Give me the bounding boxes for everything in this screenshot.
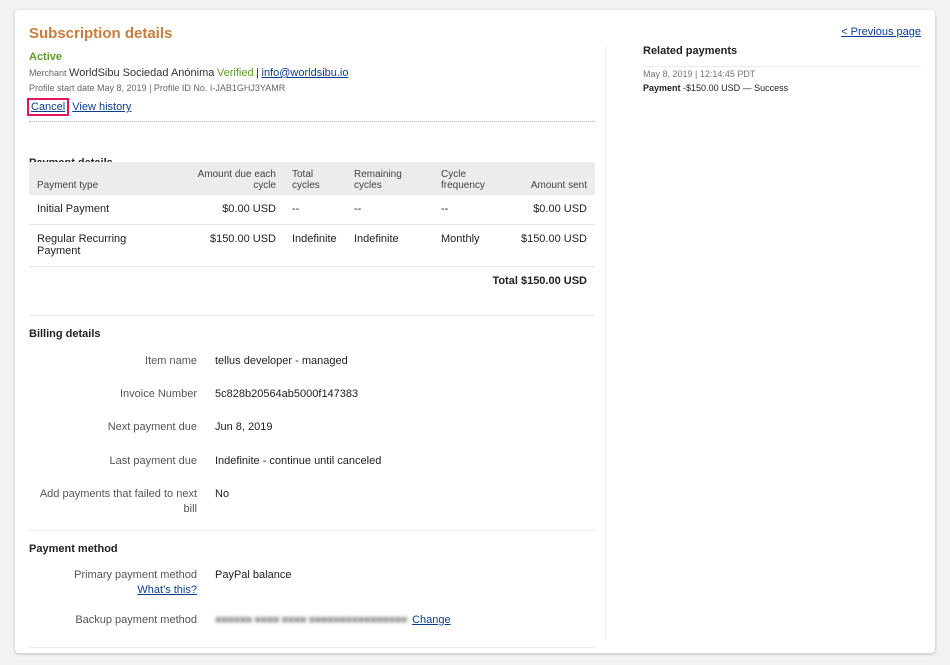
subscription-card: Subscription details Active Merchant Wor… — [15, 10, 935, 653]
related-payment-date: May 8, 2019 | 12:14:45 PDT — [643, 69, 756, 79]
last-due-value: Indefinite - continue until canceled — [215, 455, 382, 467]
merchant-label: Merchant — [29, 68, 67, 78]
cell-amount-sent: $150.00 USD — [517, 224, 595, 267]
table-row: Initial Payment $0.00 USD -- -- -- $0.00… — [29, 195, 595, 225]
primary-method-label-text: Primary payment method — [74, 569, 197, 581]
section-divider — [29, 530, 595, 531]
separator: | — [256, 67, 259, 79]
invoice-value: 5c828b20564ab5000f147383 — [215, 388, 359, 400]
failed-payments-value: No — [215, 488, 230, 500]
next-due-label: Next payment due — [107, 421, 197, 433]
whats-this-link[interactable]: What's this? — [137, 584, 197, 596]
change-backup-link[interactable]: Change — [412, 614, 451, 626]
verified-badge: Verified — [216, 67, 254, 79]
subscription-actions: Cancel View history — [27, 98, 131, 116]
related-divider — [643, 66, 922, 67]
cell-total-cycles: -- — [284, 195, 346, 225]
previous-page-link[interactable]: < Previous page — [841, 26, 921, 38]
item-name-label: Item name — [145, 355, 197, 367]
failed-payments-label: Add payments that failed to next bill — [39, 488, 197, 515]
cell-amount-sent: $0.00 USD — [517, 195, 595, 225]
payment-method-heading: Payment method — [29, 543, 118, 555]
cell-payment-type: Regular Recurring Payment — [29, 224, 172, 267]
primary-method-label: Primary payment method What's this? — [27, 568, 197, 598]
cell-cycle-frequency: -- — [433, 195, 517, 225]
merchant-line: Merchant WorldSibu Sociedad Anónima Veri… — [29, 67, 349, 79]
cancel-link[interactable]: Cancel — [31, 101, 65, 113]
cancel-highlight: Cancel — [27, 98, 70, 116]
cell-amount-due: $150.00 USD — [172, 224, 284, 267]
cell-payment-type: Initial Payment — [29, 195, 172, 225]
table-row: Regular Recurring Payment $150.00 USD In… — [29, 224, 595, 267]
cell-cycle-frequency: Monthly — [433, 224, 517, 267]
payment-details-table: Payment type Amount due each cycle Total… — [29, 162, 595, 296]
related-payment-type: Payment — [643, 83, 681, 93]
last-due-label: Last payment due — [109, 455, 197, 467]
cell-remaining-cycles: Indefinite — [346, 224, 433, 267]
total-row: Total $150.00 USD — [29, 266, 595, 296]
col-amount-due: Amount due each cycle — [172, 162, 284, 195]
merchant-name: WorldSibu Sociedad Anónima — [69, 67, 215, 79]
invoice-label: Invoice Number — [119, 388, 197, 400]
billing-details-heading: Billing details — [29, 328, 101, 340]
primary-method-value: PayPal balance — [215, 569, 292, 581]
backup-method-value: ■■■■■■ ■■■■ ■■■■ ■■■■■■■■■■■■■■■■ Change — [215, 613, 451, 628]
col-remaining-cycles: Remaining cycles — [346, 162, 433, 195]
next-due-value: Jun 8, 2019 — [215, 421, 273, 433]
related-payment-item[interactable]: Payment -$150.00 USD — Success — [643, 83, 788, 93]
table-header-row: Payment type Amount due each cycle Total… — [29, 162, 595, 195]
backup-method-label: Backup payment method — [75, 614, 197, 626]
col-payment-type: Payment type — [29, 162, 172, 195]
section-divider — [29, 647, 595, 648]
header-divider — [29, 121, 595, 122]
status-label: Active — [29, 51, 63, 63]
related-payments-heading: Related payments — [643, 45, 738, 57]
profile-info: Profile start date May 8, 2019 | Profile… — [29, 83, 286, 93]
related-payment-detail: -$150.00 USD — Success — [683, 83, 789, 93]
col-total-cycles: Total cycles — [284, 162, 346, 195]
cell-remaining-cycles: -- — [346, 195, 433, 225]
item-name-value: tellus developer - managed — [215, 355, 348, 367]
col-cycle-frequency: Cycle frequency — [433, 162, 517, 195]
cell-total-cycles: Indefinite — [284, 224, 346, 267]
col-amount-sent: Amount sent — [517, 162, 595, 195]
section-divider — [29, 315, 595, 316]
view-history-link[interactable]: View history — [72, 101, 131, 113]
masked-card-number: ■■■■■■ ■■■■ ■■■■ ■■■■■■■■■■■■■■■■ — [215, 614, 408, 626]
cell-amount-due: $0.00 USD — [172, 195, 284, 225]
page-title: Subscription details — [29, 25, 173, 42]
column-divider — [605, 46, 606, 640]
merchant-email-link[interactable]: info@worldsibu.io — [262, 67, 349, 79]
total-amount: Total $150.00 USD — [492, 274, 587, 287]
